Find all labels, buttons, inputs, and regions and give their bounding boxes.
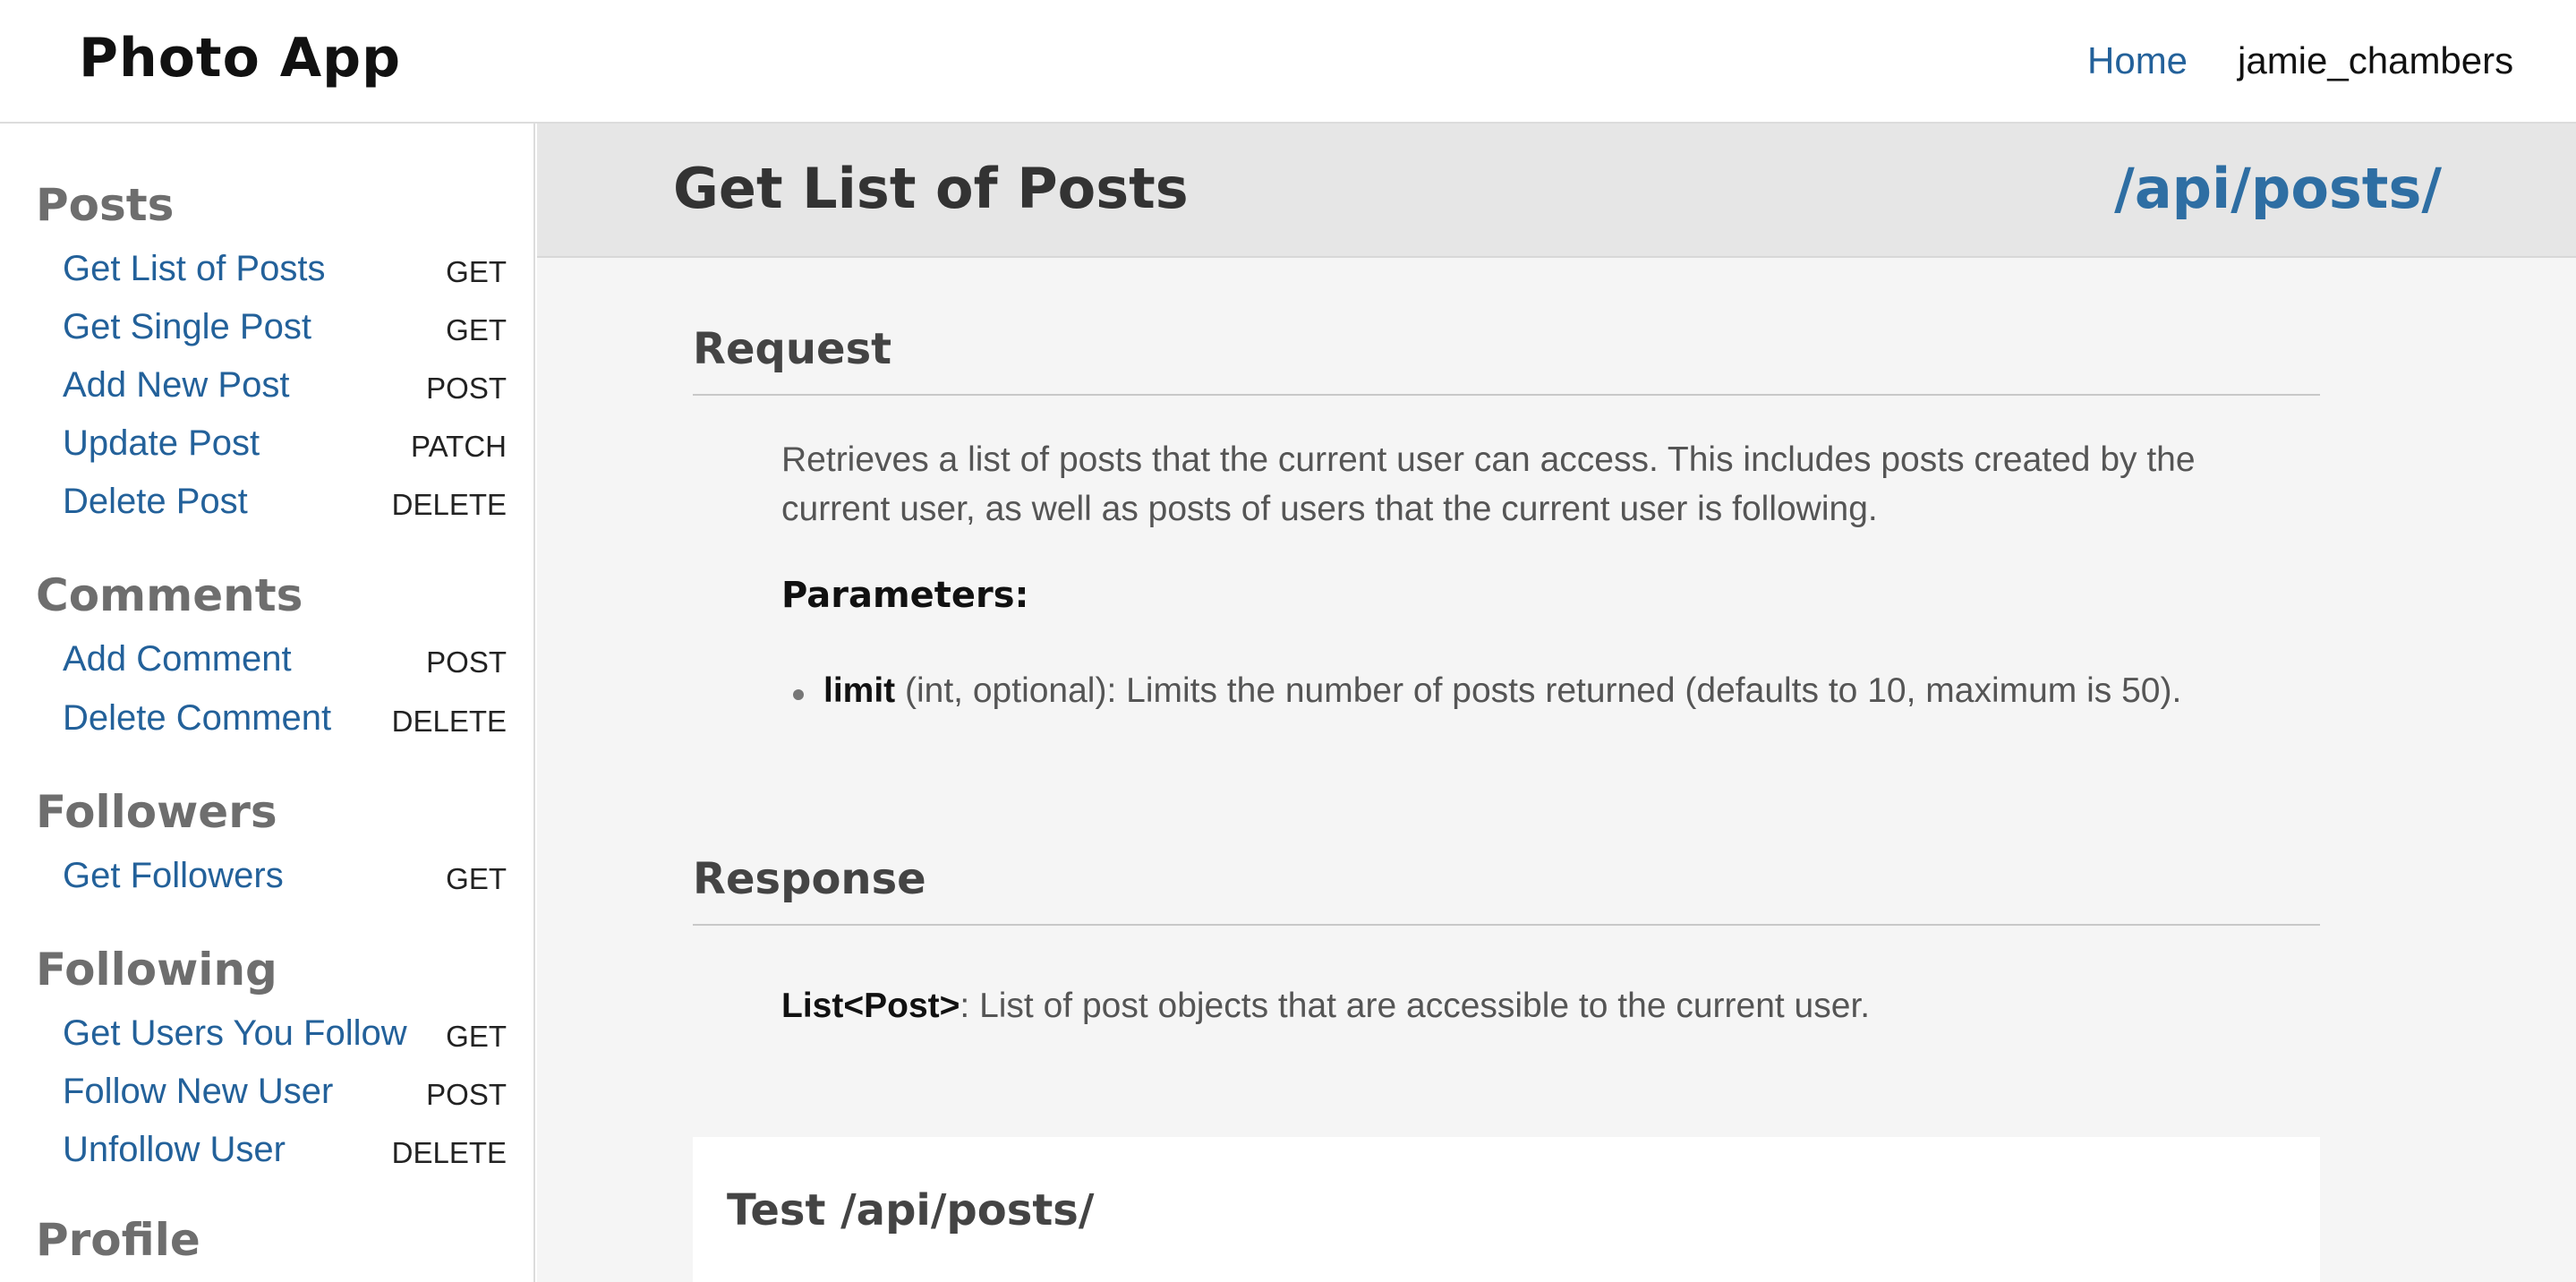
method-badge: DELETE (391, 705, 507, 738)
parameters-label: Parameters: (781, 575, 1029, 616)
sidebar-section-following: Following (36, 944, 277, 996)
param-name: limit (823, 671, 896, 710)
page-title: Get List of Posts (673, 156, 1189, 221)
method-badge: GET (446, 313, 507, 346)
method-badge: POST (426, 372, 507, 405)
sidebar-section-comments: Comments (36, 569, 303, 621)
sidebar-item-add-comment[interactable]: Add Comment (63, 639, 292, 679)
response-description: List<Post>: List of post objects that ar… (781, 987, 1870, 1026)
sidebar-item-get-followers[interactable]: Get Followers (63, 856, 284, 896)
sidebar-item-unfollow-user[interactable]: Unfollow User (63, 1130, 286, 1170)
sidebar-item-delete-post[interactable]: Delete Post (63, 482, 248, 522)
sidebar-item-add-new-post[interactable]: Add New Post (63, 365, 289, 406)
sidebar-item-update-post[interactable]: Update Post (63, 423, 260, 464)
method-badge: PATCH (411, 430, 507, 463)
sidebar-item-follow-new-user[interactable]: Follow New User (63, 1072, 333, 1112)
sidebar-item-get-users-you-follow[interactable]: Get Users You Follow (63, 1013, 407, 1054)
sidebar-section-posts: Posts (36, 179, 175, 231)
app-brand[interactable]: Photo App (79, 27, 401, 90)
sidebar-item-get-list-of-posts[interactable]: Get List of Posts (63, 249, 325, 289)
divider (693, 394, 2320, 396)
param-item: limit (int, optional): Limits the number… (793, 671, 2182, 711)
test-title: Test /api/posts/ (727, 1185, 1095, 1235)
top-navbar: Photo App Home jamie_chambers (0, 0, 2576, 124)
method-badge: POST (426, 1078, 507, 1111)
sidebar-section-profile: Profile (36, 1214, 200, 1266)
endpoint-banner: Get List of Posts /api/posts/ (537, 124, 2576, 258)
method-badge: POST (426, 645, 507, 679)
request-heading: Request (693, 324, 892, 374)
nav-username[interactable]: jamie_chambers (2238, 39, 2513, 82)
nav-home-link[interactable]: Home (2087, 39, 2188, 82)
method-badge: GET (446, 862, 507, 895)
bullet-dot (793, 689, 804, 700)
method-badge: DELETE (391, 1136, 507, 1169)
response-type: List<Post> (781, 987, 960, 1025)
request-description: Retrieves a list of posts that the curre… (781, 440, 2196, 528)
main-content: Get List of Posts /api/posts/ Request Re… (537, 124, 2576, 1282)
param-detail: (int, optional): Limits the number of po… (895, 671, 2182, 710)
method-badge: GET (446, 1020, 507, 1053)
method-badge: GET (446, 255, 507, 288)
endpoint-path: /api/posts/ (2114, 156, 2442, 221)
method-badge: DELETE (391, 488, 507, 521)
sidebar-section-followers: Followers (36, 786, 277, 838)
response-heading: Response (693, 854, 926, 904)
sidebar: Posts Get List of Posts GET Get Single P… (0, 124, 535, 1282)
test-panel: Test /api/posts/ (693, 1137, 2320, 1282)
sidebar-item-delete-comment[interactable]: Delete Comment (63, 698, 331, 739)
response-detail: : List of post objects that are accessib… (960, 987, 1871, 1025)
divider (693, 924, 2320, 926)
sidebar-item-get-single-post[interactable]: Get Single Post (63, 307, 311, 347)
